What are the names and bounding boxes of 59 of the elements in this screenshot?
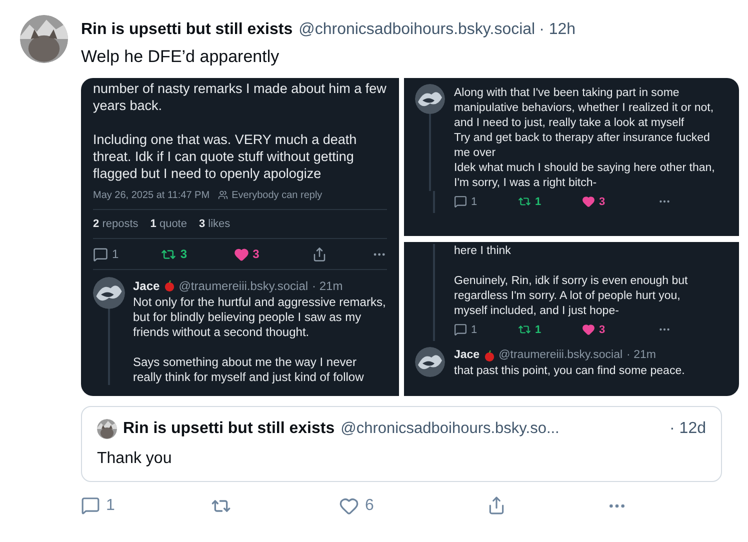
- like-icon[interactable]: [234, 246, 249, 262]
- reply-count: 1: [471, 322, 478, 338]
- reply-icon[interactable]: [81, 496, 100, 515]
- avatar: [97, 418, 117, 438]
- repost-icon[interactable]: [518, 323, 531, 336]
- like-icon[interactable]: [582, 323, 595, 336]
- screenshot[interactable]: [81, 78, 399, 396]
- repost-icon[interactable]: [518, 195, 531, 208]
- reply-count: 1: [106, 496, 115, 516]
- like-count: 3: [599, 322, 606, 338]
- reply-icon[interactable]: [93, 246, 108, 262]
- avatar: [415, 347, 445, 377]
- reply-icon[interactable]: [454, 195, 467, 208]
- author-handle[interactable]: @traumereiii.bsky.social: [498, 347, 623, 364]
- stat[interactable]: 2 reposts: [93, 216, 138, 232]
- author-name[interactable]: Jace: [133, 277, 160, 295]
- repost-count: 1: [535, 194, 542, 210]
- share-icon[interactable]: [487, 496, 506, 515]
- reply-icon[interactable]: [454, 323, 467, 336]
- post-date: May 26, 2025 at 11:47 PM: [93, 188, 210, 202]
- post-text: here I think Genuinely, Rin, idk if sorry is even enough but regardless I'm sorry. A lot of people hurt you, myself included, and I just hope-: [454, 244, 689, 318]
- like-icon[interactable]: [339, 496, 359, 516]
- reply-setting: Everybody can reply: [232, 188, 322, 202]
- post-time: · 21m: [312, 278, 343, 295]
- post-text: Welp he DFE’d apparently: [81, 46, 280, 68]
- avatar: [93, 277, 125, 309]
- reply-count: 1: [112, 246, 119, 263]
- author-handle[interactable]: @chronicsadboihours.bsky.so...: [340, 416, 560, 440]
- apple-icon: [164, 280, 175, 292]
- post-time: · 12d: [670, 418, 706, 438]
- author-handle[interactable]: @chronicsadboihours.bsky.social: [298, 18, 536, 42]
- people-icon: [218, 190, 228, 200]
- author-name[interactable]: Rin is upsetti but still exists: [123, 416, 335, 440]
- reply-count: 1: [471, 194, 478, 210]
- post-text: Not only for the hurtful and aggressive remarks, but for blindly believing people I saw as my friends without a second thought. Says something about me the way I never really think for myself and just kind of follow: [133, 295, 387, 385]
- quote-card[interactable]: Rin is upsetti but still exists @chronicsadboihours.bsky.so... · 12d Thank you: [81, 406, 722, 482]
- share-icon[interactable]: [312, 246, 327, 262]
- avatar: [415, 84, 445, 114]
- post-text: that past this point, you can find some peace.: [454, 364, 685, 380]
- post-time: · 12h: [539, 20, 576, 40]
- post-text: Along with that I've been taking part in some manipulative behaviors, whether I realized it or not, and I need to just, really take a look at myself Try and get back to therapy after insurance fucked me over Idek what much I should be saying here other than, I'm sorry, I was a right bitch-: [454, 86, 716, 190]
- repost-count: 1: [535, 322, 542, 338]
- screenshot[interactable]: [404, 78, 739, 236]
- author-handle[interactable]: @traumereiii.bsky.social: [178, 277, 308, 295]
- stat[interactable]: 3 likes: [198, 216, 230, 232]
- repost-count: 3: [180, 246, 188, 263]
- like-count: 6: [365, 496, 374, 516]
- author-name[interactable]: Jace: [454, 347, 480, 364]
- avatar: [20, 15, 68, 63]
- like-count: 3: [599, 194, 606, 210]
- post-time: · 21m: [626, 348, 656, 363]
- apple-icon: [484, 350, 495, 362]
- like-count: 3: [252, 246, 260, 263]
- author-name[interactable]: Rin is upsetti but still exists: [81, 18, 293, 42]
- screenshot[interactable]: [404, 242, 739, 396]
- post-text: Thank you: [97, 448, 173, 468]
- like-icon[interactable]: [582, 195, 595, 208]
- post-text: number of nasty remarks I made about him a few years back. Including one that was. VERY much a death threat. Idk if I can quote stuff without getting flagged but I need to openly apologize: [93, 80, 387, 183]
- stat[interactable]: 1 quote: [150, 216, 187, 232]
